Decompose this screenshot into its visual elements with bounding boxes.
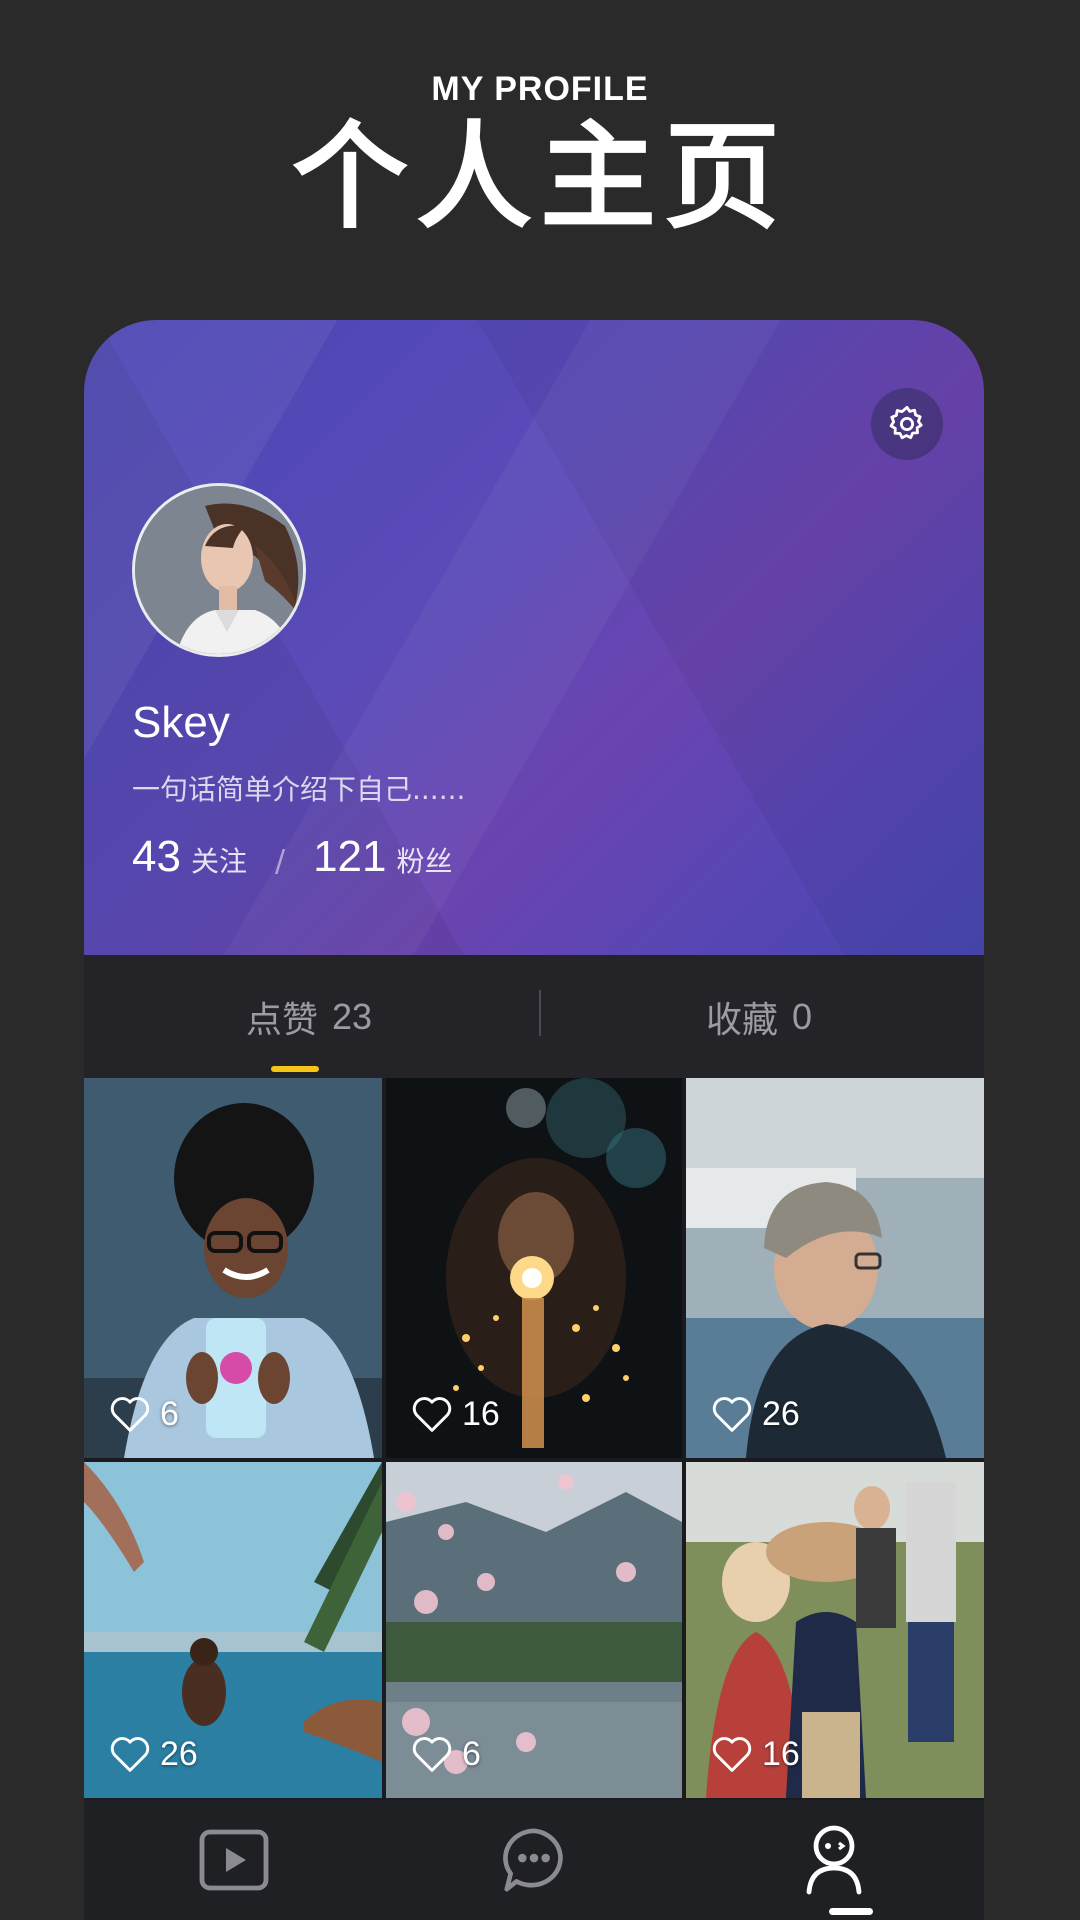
- photo-tile[interactable]: 16: [686, 1462, 984, 1798]
- username: Skey: [132, 698, 230, 747]
- following-count[interactable]: 43: [132, 832, 181, 882]
- tab-favorites-label: 收藏: [705, 999, 778, 1041]
- bottom-nav: [84, 1800, 984, 1920]
- bio: 一句话简单介绍下自己......: [132, 773, 466, 806]
- tab-likes-count: 23: [331, 995, 373, 1037]
- tab-favorites[interactable]: 收藏 0: [534, 955, 984, 1078]
- heart-icon: [712, 1397, 752, 1432]
- avatar[interactable]: [132, 483, 306, 657]
- likes-count: 26: [762, 1394, 800, 1433]
- profile-icon: [806, 1825, 862, 1895]
- tab-likes-label: 点赞: [245, 999, 318, 1041]
- photo-tile[interactable]: 6: [84, 1078, 382, 1458]
- following-label[interactable]: 关注: [191, 840, 247, 880]
- profile-header: Skey 一句话简单介绍下自己...... 43 关注 / 121 粉丝: [84, 320, 984, 955]
- nav-active-indicator: [829, 1908, 873, 1915]
- nav-video[interactable]: [84, 1800, 384, 1920]
- photo-tile[interactable]: 26: [84, 1462, 382, 1798]
- tab-favorites-count: 0: [791, 995, 813, 1037]
- heart-icon: [110, 1397, 150, 1432]
- stats-row: 43 关注 / 121 粉丝: [132, 832, 453, 882]
- followers-count[interactable]: 121: [313, 832, 386, 882]
- likes-count: 6: [160, 1394, 179, 1433]
- chat-icon: [503, 1828, 563, 1892]
- nav-messages[interactable]: [384, 1800, 684, 1920]
- active-tab-indicator: [271, 1066, 319, 1072]
- settings-button[interactable]: [871, 388, 943, 460]
- photo-tile[interactable]: 6: [386, 1462, 682, 1798]
- likes-badge: 26: [108, 1734, 198, 1774]
- followers-label[interactable]: 粉丝: [397, 840, 453, 880]
- likes-badge: 16: [410, 1394, 500, 1434]
- nav-profile[interactable]: [684, 1800, 984, 1920]
- photo-tile[interactable]: 26: [686, 1078, 984, 1458]
- phone-screen: Skey 一句话简单介绍下自己...... 43 关注 / 121 粉丝 点赞 …: [84, 320, 984, 1920]
- likes-badge: 26: [710, 1394, 800, 1434]
- content-tabs: 点赞 23 收藏 0: [84, 955, 984, 1078]
- likes-count: 6: [462, 1734, 481, 1773]
- likes-badge: 6: [108, 1394, 179, 1434]
- avatar-portrait: [135, 486, 303, 654]
- play-icon: [199, 1829, 269, 1891]
- photo-tile[interactable]: 16: [386, 1078, 682, 1458]
- stats-separator: /: [274, 844, 286, 879]
- tab-likes[interactable]: 点赞 23: [84, 955, 534, 1078]
- heart-icon: [412, 1737, 452, 1772]
- heart-icon: [110, 1737, 150, 1772]
- photo-grid: 6 16 26 26 6 16: [84, 1078, 984, 1840]
- likes-count: 16: [462, 1394, 500, 1433]
- likes-count: 26: [160, 1734, 198, 1773]
- heart-icon: [412, 1397, 452, 1432]
- likes-count: 16: [762, 1734, 800, 1773]
- page-header-en: MY PROFILE: [431, 70, 649, 108]
- gear-icon: [889, 405, 923, 440]
- page-title: 个人主页: [292, 109, 788, 245]
- heart-icon: [712, 1737, 752, 1772]
- likes-badge: 16: [710, 1734, 800, 1774]
- likes-badge: 6: [410, 1734, 481, 1774]
